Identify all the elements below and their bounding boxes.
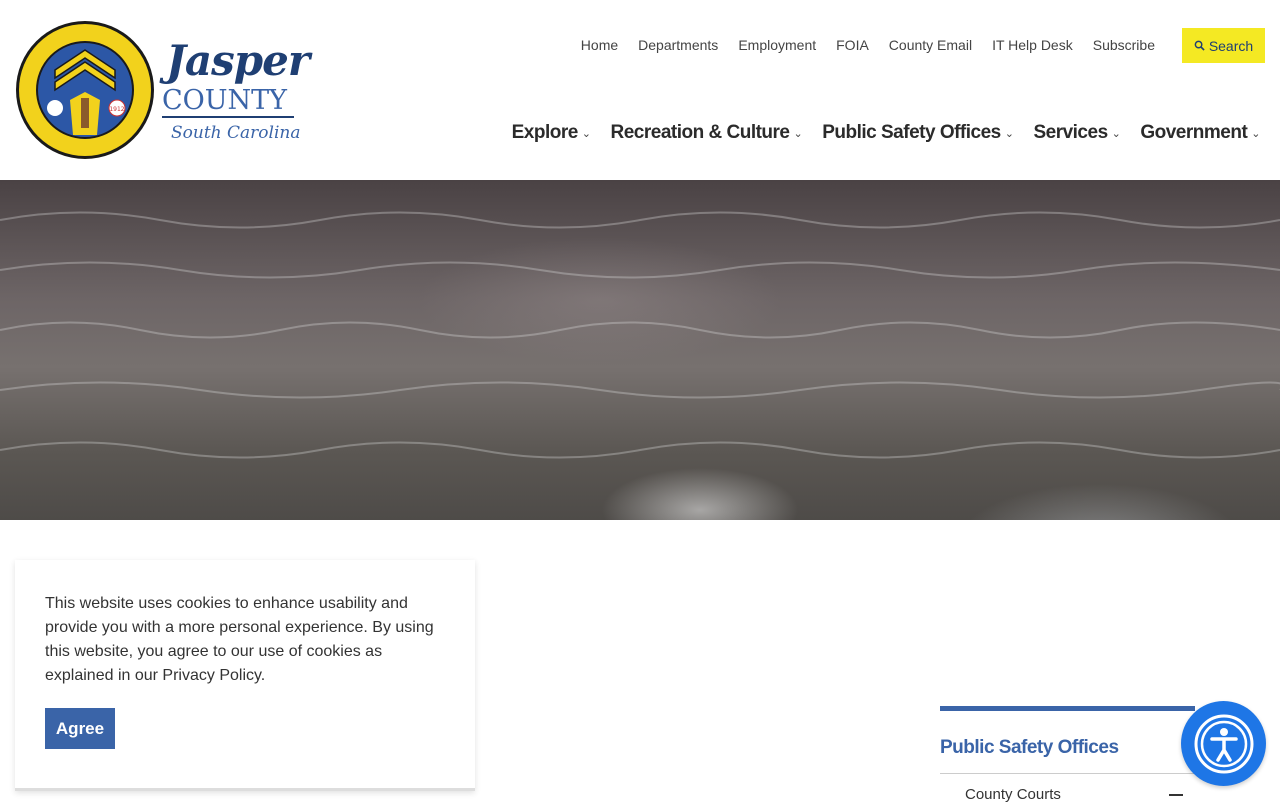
util-link-employment[interactable]: Employment xyxy=(728,36,826,54)
util-link-departments[interactable]: Departments xyxy=(628,36,728,54)
search-label: Search xyxy=(1208,37,1254,54)
search-button[interactable]: Search xyxy=(1182,28,1265,63)
nav-government[interactable]: Government ⌄ xyxy=(1140,122,1260,144)
collapse-icon[interactable] xyxy=(1169,794,1183,796)
water-ripple-texture xyxy=(0,211,1280,459)
main-nav: Explore ⌄ Recreation & Culture ⌄ Public Sa… xyxy=(512,122,1261,144)
util-link-it-help-desk[interactable]: IT Help Desk xyxy=(982,36,1083,54)
accessibility-button[interactable] xyxy=(1181,701,1266,786)
search-icon xyxy=(1194,40,1205,51)
chevron-down-icon: ⌄ xyxy=(1111,127,1121,140)
util-link-subscribe[interactable]: Subscribe xyxy=(1083,36,1165,54)
chevron-down-icon: ⌄ xyxy=(1004,127,1014,140)
nav-services-label: Services xyxy=(1033,122,1108,143)
util-link-county-email[interactable]: County Email xyxy=(879,36,982,54)
sidebar-item-label: County Courts xyxy=(965,786,1061,803)
sidebar-accent-bar xyxy=(940,706,1195,711)
agree-button[interactable]: Agree xyxy=(45,708,115,749)
sidebar-title[interactable]: Public Safety Offices xyxy=(940,737,1195,759)
sidebar-item-county-courts[interactable]: County Courts xyxy=(940,786,1195,803)
county-seal-logo[interactable]: 1912 xyxy=(15,20,155,160)
chevron-down-icon: ⌄ xyxy=(793,127,803,140)
brand-wordmark[interactable]: Jasper COUNTY South Carolina xyxy=(162,36,310,156)
sidebar-nav: Public Safety Offices County Courts xyxy=(940,706,1195,803)
chevron-down-icon: ⌄ xyxy=(1251,127,1260,140)
util-link-home[interactable]: Home xyxy=(571,36,628,54)
seal-year: 1912 xyxy=(109,106,124,113)
accessibility-icon xyxy=(1194,714,1253,773)
utility-nav: Home Departments Employment FOIA County … xyxy=(571,36,1165,54)
divider xyxy=(940,773,1195,774)
cookie-banner: This website uses cookies to enhance usa… xyxy=(15,560,475,791)
util-link-foia[interactable]: FOIA xyxy=(826,36,879,54)
nav-public-safety-label: Public Safety Offices xyxy=(822,122,1001,143)
nav-recreation-culture[interactable]: Recreation & Culture ⌄ xyxy=(611,122,803,144)
site-header: 1912 Jasper COUNTY South Carolina Home D… xyxy=(0,0,1280,180)
chevron-down-icon: ⌄ xyxy=(581,127,591,140)
nav-explore[interactable]: Explore ⌄ xyxy=(512,122,591,144)
cookie-message: This website uses cookies to enhance usa… xyxy=(45,595,434,684)
hero-water-image xyxy=(0,180,1280,520)
brand-state: South Carolina xyxy=(171,123,301,143)
nav-services[interactable]: Services ⌄ xyxy=(1033,122,1120,144)
brand-county: COUNTY xyxy=(162,86,294,118)
nav-recreation-label: Recreation & Culture xyxy=(610,122,790,143)
nav-public-safety-offices[interactable]: Public Safety Offices ⌄ xyxy=(822,122,1014,144)
brand-name: Jasper xyxy=(166,36,310,85)
nav-explore-label: Explore xyxy=(511,122,579,143)
nav-government-label: Government xyxy=(1140,122,1248,143)
